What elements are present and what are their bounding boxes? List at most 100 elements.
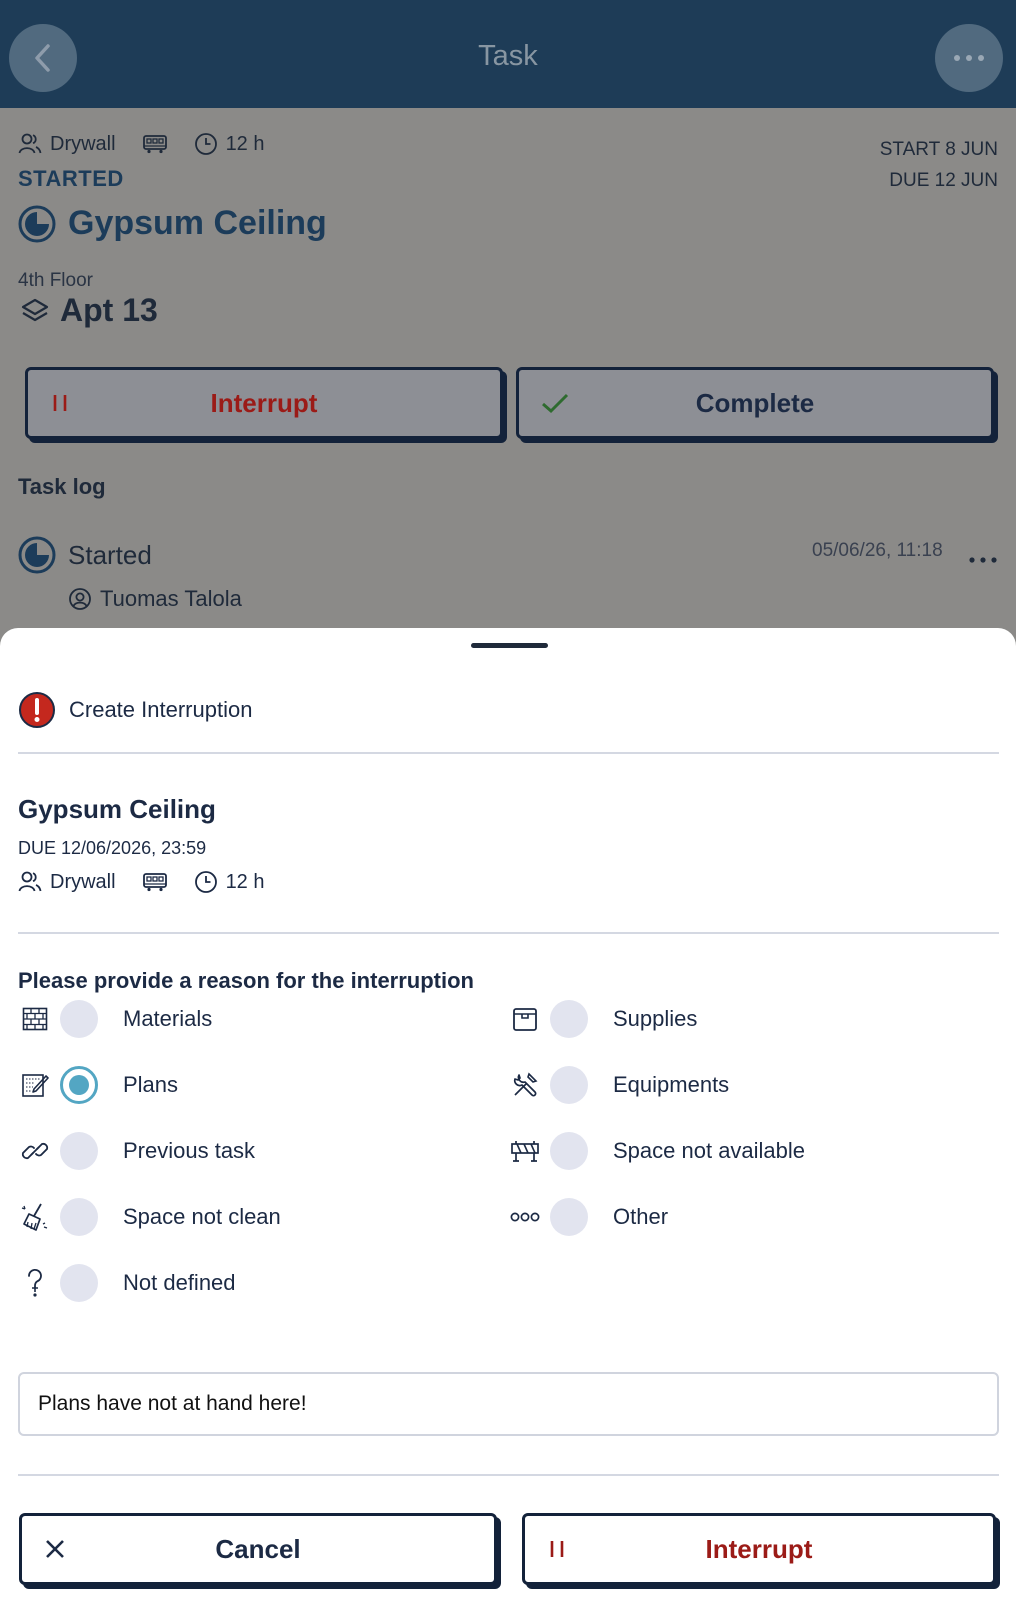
box-icon — [513, 1008, 537, 1031]
reason-label: Supplies — [613, 1006, 698, 1031]
sheet-header: Create Interruption — [18, 691, 252, 729]
clock-icon — [194, 871, 217, 893]
log-status: Started — [68, 539, 152, 570]
reason-option-space-not-clean[interactable]: Space not clean — [18, 1198, 281, 1236]
interrupt-button[interactable]: Interrupt — [25, 367, 503, 439]
sheet-due-date: DUE 12/06/2026, 23:59 — [18, 838, 207, 858]
cancel-button[interactable]: Cancel — [19, 1513, 497, 1585]
team-info: Drywall — [18, 871, 116, 894]
team-name: Drywall — [50, 870, 116, 893]
barrier-icon — [511, 1141, 539, 1162]
cancel-label: Cancel — [215, 1533, 301, 1564]
sheet-task-title: Gypsum Ceiling — [18, 794, 216, 824]
blueprint-icon — [22, 1074, 49, 1097]
chain-link-icon — [21, 1142, 49, 1160]
reason-label: Other — [613, 1204, 669, 1229]
task-details: Drywall 12 h STARTED START 8 JUN DUE 12 … — [0, 108, 1016, 638]
confirm-interrupt-button[interactable]: Interrupt — [522, 1513, 996, 1585]
radio-button[interactable] — [550, 1198, 588, 1236]
pause-icon — [50, 393, 70, 413]
pause-icon — [547, 1539, 567, 1559]
transport-info — [142, 134, 168, 154]
radio-button[interactable] — [60, 1000, 98, 1038]
radio-button[interactable] — [60, 1132, 98, 1170]
apartment-text: Apt 13 — [60, 292, 158, 328]
reason-label: Previous task — [123, 1138, 256, 1163]
complete-label: Complete — [695, 387, 815, 418]
status-badge: STARTED — [18, 166, 124, 191]
task-log-heading: Task log — [18, 474, 106, 499]
sheet-title: Create Interruption — [69, 697, 253, 722]
radio-button[interactable] — [60, 1198, 98, 1236]
tools-icon — [513, 1072, 538, 1097]
brick-wall-icon — [22, 1007, 48, 1031]
more-horizontal-icon — [969, 557, 997, 563]
sheet-task-meta: Drywall 12 h — [18, 870, 291, 894]
log-timestamp: 05/06/26, 11:18 — [812, 540, 943, 561]
task-title-text: Gypsum Ceiling — [68, 204, 327, 242]
sheet-drag-handle[interactable] — [471, 643, 548, 648]
reason-label: Space not available — [613, 1138, 806, 1163]
more-options-button[interactable] — [935, 24, 1003, 92]
task-meta: Drywall 12 h — [18, 132, 291, 156]
log-user-name: Tuomas Talola — [100, 586, 242, 611]
reason-label: Not defined — [123, 1270, 236, 1295]
log-entry: Started — [18, 536, 152, 574]
reason-option-not-defined[interactable]: Not defined — [18, 1264, 236, 1302]
team-name: Drywall — [50, 132, 116, 155]
checkmark-icon — [541, 392, 569, 414]
radio-button[interactable] — [550, 1000, 588, 1038]
reason-label: Plans — [123, 1072, 179, 1097]
more-horizontal-icon — [954, 55, 984, 61]
broom-icon — [21, 1203, 48, 1231]
bus-icon — [142, 135, 167, 154]
reason-label: Space not clean — [123, 1204, 281, 1229]
radio-button[interactable] — [550, 1132, 588, 1170]
create-interruption-sheet: Create Interruption Gypsum Ceiling DUE 1… — [0, 628, 1016, 1610]
radio-button[interactable] — [550, 1066, 588, 1104]
divider — [18, 1474, 999, 1476]
users-icon — [18, 871, 42, 892]
reason-option-space-not-available[interactable]: Space not available — [508, 1132, 805, 1170]
reason-option-plans[interactable]: Plans — [18, 1066, 178, 1104]
duration-value: 12 h — [225, 132, 265, 155]
divider — [18, 932, 999, 934]
interruption-note-input[interactable] — [18, 1372, 999, 1436]
progress-clock-icon — [18, 536, 56, 574]
interrupt-label: Interrupt — [705, 1533, 813, 1564]
team-info: Drywall — [18, 133, 116, 156]
duration-value: 12 h — [225, 870, 265, 893]
start-date: START 8 JUN — [879, 139, 998, 160]
clock-icon — [194, 133, 217, 155]
apartment-label: Apt 13 — [20, 292, 158, 329]
progress-clock-icon — [18, 205, 56, 242]
app-header: Task — [0, 0, 1016, 108]
users-icon — [18, 133, 42, 154]
log-more-button[interactable] — [968, 540, 998, 571]
reason-option-materials[interactable]: Materials — [18, 1000, 212, 1038]
duration-info: 12 h — [194, 132, 265, 156]
reason-option-other[interactable]: Other — [508, 1198, 668, 1236]
layers-icon — [21, 298, 49, 321]
radio-button[interactable] — [60, 1264, 98, 1302]
floor-label: 4th Floor — [18, 270, 93, 291]
log-user: Tuomas Talola — [68, 586, 242, 612]
close-icon — [44, 1538, 66, 1560]
radio-button-selected[interactable] — [60, 1066, 98, 1104]
duration-info: 12 h — [194, 870, 265, 894]
reason-option-supplies[interactable]: Supplies — [508, 1000, 697, 1038]
page-title: Task — [478, 40, 538, 72]
question-icon — [28, 1268, 42, 1297]
reason-heading: Please provide a reason for the interrup… — [18, 968, 474, 993]
transport-info — [142, 872, 168, 892]
reason-label: Equipments — [613, 1072, 730, 1097]
reason-option-previous-task[interactable]: Previous task — [18, 1132, 255, 1170]
due-date: DUE 12 JUN — [889, 170, 998, 191]
divider — [18, 752, 999, 754]
user-circle-icon — [69, 588, 91, 610]
alert-icon — [19, 692, 55, 728]
three-circles-icon — [510, 1212, 540, 1222]
task-dates: START 8 JUN DUE 12 JUN — [880, 134, 998, 196]
reason-option-equipments[interactable]: Equipments — [508, 1066, 729, 1104]
complete-button[interactable]: Complete — [516, 367, 994, 439]
